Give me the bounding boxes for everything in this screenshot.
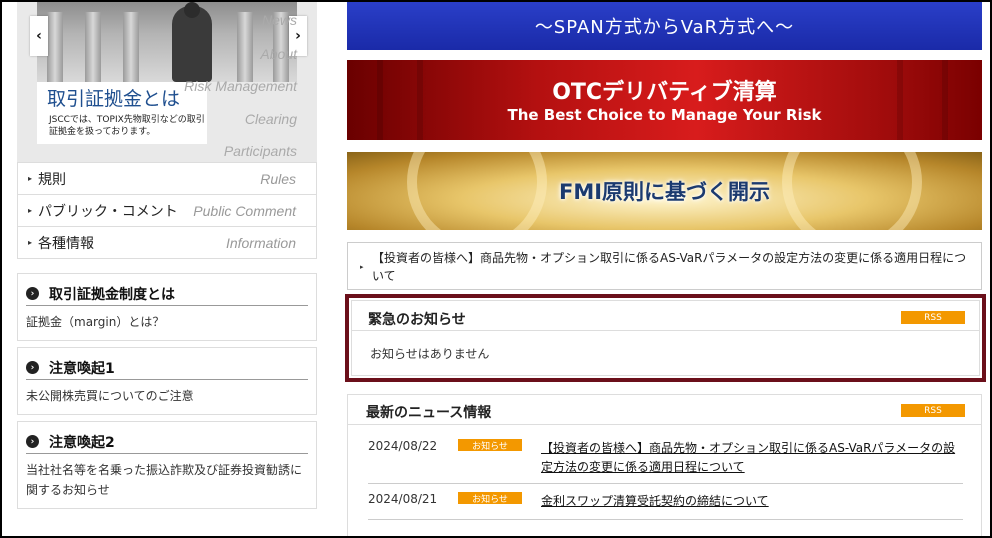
- latest-news-title: 最新のニュース情報: [366, 405, 492, 421]
- menu-item-label: 規則: [38, 171, 66, 188]
- carousel-prev-button[interactable]: ‹: [30, 16, 48, 56]
- info-box-link[interactable]: 当社社名等を名乗った振込詐欺及び証券投資勧誘に関するお知らせ: [26, 460, 308, 500]
- hero-caption-card[interactable]: 取引証拠金とは JSCCでは、TOPIX先物取引などの取引証拠金を扱っております…: [37, 82, 207, 144]
- triangle-right-icon: ▸: [28, 206, 33, 215]
- menu-item-information[interactable]: ▸ 各種情報 Information: [18, 226, 316, 258]
- building-column: [85, 12, 101, 82]
- banner-otc-subtitle: The Best Choice to Manage Your Risk: [507, 106, 822, 124]
- nav-label-news[interactable]: News: [262, 12, 297, 28]
- urgent-notice-inner: 緊急のお知らせ RSS お知らせはありません: [351, 300, 980, 376]
- latest-news-panel: 最新のニュース情報 RSS 2024/08/22 お知らせ 【投資者の皆様へ】商…: [347, 394, 982, 536]
- urgent-notice-title: 緊急のお知らせ: [368, 312, 466, 328]
- arrow-right-circle-icon: ›: [26, 361, 39, 374]
- info-box-title: 取引証拠金制度とは: [49, 286, 175, 303]
- news-category-badge: お知らせ: [458, 439, 522, 452]
- news-date: 2024/08/21: [368, 492, 438, 506]
- nav-label-risk-management[interactable]: Risk Management: [184, 78, 297, 94]
- menu-item-en-label: Rules: [260, 170, 296, 187]
- hero-image[interactable]: [37, 2, 297, 82]
- hero-title: 取引証拠金とは: [47, 88, 181, 110]
- menu-item-label: 各種情報: [38, 235, 94, 252]
- left-column: 取引証拠金とは JSCCでは、TOPIX先物取引などの取引証拠金を扱っております…: [17, 2, 317, 509]
- info-box-caution-1: › 注意喚起1 未公開株売買についてのご注意: [17, 347, 317, 415]
- decorative-arch: [782, 152, 922, 230]
- triangle-right-icon: ▸: [28, 174, 33, 183]
- news-list: 2024/08/22 お知らせ 【投資者の皆様へ】商品先物・オプション取引に係る…: [368, 431, 963, 520]
- hero-carousel: 取引証拠金とは JSCCでは、TOPIX先物取引などの取引証拠金を扱っております…: [17, 2, 317, 162]
- nav-label-clearing[interactable]: Clearing: [245, 111, 297, 127]
- banner-fmi-title: FMI原則に基づく開示: [558, 180, 771, 204]
- info-box-header[interactable]: › 注意喚起1: [26, 356, 308, 380]
- triangle-right-icon: ▸: [28, 238, 33, 247]
- info-box-header[interactable]: › 注意喚起2: [26, 430, 308, 454]
- urgent-notice-header: 緊急のお知らせ RSS: [352, 301, 979, 331]
- banner-otc-derivatives[interactable]: OTCデリバティブ清算 The Best Choice to Manage Yo…: [347, 60, 982, 140]
- news-title-link[interactable]: 金利スワップ清算受託契約の締結について: [541, 492, 963, 511]
- hero-description: JSCCでは、TOPIX先物取引などの取引証拠金を扱っております。: [49, 115, 205, 137]
- rss-button[interactable]: RSS: [901, 404, 965, 417]
- info-box-link[interactable]: 未公開株売買についてのご注意: [26, 386, 308, 406]
- info-box-caution-2: › 注意喚起2 当社社名等を名乗った振込詐欺及び証券投資勧誘に関するお知らせ: [17, 421, 317, 509]
- arrow-right-circle-icon: ›: [26, 287, 39, 300]
- ticker-text: 【投資者の皆様へ】商品先物・オプション取引に係るAS-VaRパラメータの設定方法…: [372, 251, 967, 283]
- news-category-badge: お知らせ: [458, 492, 522, 505]
- info-box-title: 注意喚起1: [49, 360, 115, 377]
- nav-label-about[interactable]: About: [260, 46, 297, 62]
- building-column: [123, 12, 139, 82]
- page-frame: 取引証拠金とは JSCCでは、TOPIX先物取引などの取引証拠金を扱っております…: [0, 0, 992, 538]
- nav-label-participants[interactable]: Participants: [224, 143, 297, 159]
- banner-fmi-disclosure[interactable]: FMI原則に基づく開示: [347, 152, 982, 230]
- info-box-title: 注意喚起2: [49, 434, 115, 451]
- right-column: ～SPAN方式からVaR方式へ～ OTCデリバティブ清算 The Best Ch…: [345, 2, 986, 536]
- menu-item-rules[interactable]: ▸ 規則 Rules: [18, 162, 316, 194]
- building-column: [47, 12, 63, 82]
- info-box-margin-system: › 取引証拠金制度とは 証拠金（margin）とは？: [17, 273, 317, 341]
- menu-item-public-comment[interactable]: ▸ パブリック・コメント Public Comment: [18, 194, 316, 226]
- menu-item-en-label: Public Comment: [193, 202, 296, 219]
- news-ticker[interactable]: ▸ 【投資者の皆様へ】商品先物・オプション取引に係るAS-VaRパラメータの設定…: [347, 242, 982, 290]
- banner-span-to-var[interactable]: ～SPAN方式からVaR方式へ～: [347, 2, 982, 50]
- decorative-arch: [407, 152, 547, 230]
- latest-news-header: 最新のニュース情報 RSS: [348, 395, 981, 425]
- menu-item-label: パブリック・コメント: [38, 203, 178, 220]
- urgent-notice-message: お知らせはありません: [370, 347, 490, 361]
- news-date: 2024/08/22: [368, 439, 438, 453]
- info-box-header[interactable]: › 取引証拠金制度とは: [26, 282, 308, 306]
- statue-head: [184, 2, 200, 18]
- urgent-notice-panel: 緊急のお知らせ RSS お知らせはありません: [345, 294, 986, 382]
- info-box-link[interactable]: 証拠金（margin）とは？: [26, 312, 308, 332]
- side-menu: ▸ 規則 Rules ▸ パブリック・コメント Public Comment ▸…: [17, 162, 317, 259]
- news-item: 2024/08/21 お知らせ 金利スワップ清算受託契約の締結について: [368, 484, 963, 520]
- triangle-right-icon: ▸: [360, 263, 364, 271]
- news-item: 2024/08/22 お知らせ 【投資者の皆様へ】商品先物・オプション取引に係る…: [368, 431, 963, 484]
- building-column: [237, 12, 253, 82]
- banner-otc-title: OTCデリバティブ清算: [552, 80, 777, 105]
- menu-item-en-label: Information: [225, 234, 296, 251]
- arrow-right-circle-icon: ›: [26, 435, 39, 448]
- rss-button[interactable]: RSS: [901, 311, 965, 324]
- news-title-link[interactable]: 【投資者の皆様へ】商品先物・オプション取引に係るAS-VaRパラメータの設定方法…: [541, 439, 963, 477]
